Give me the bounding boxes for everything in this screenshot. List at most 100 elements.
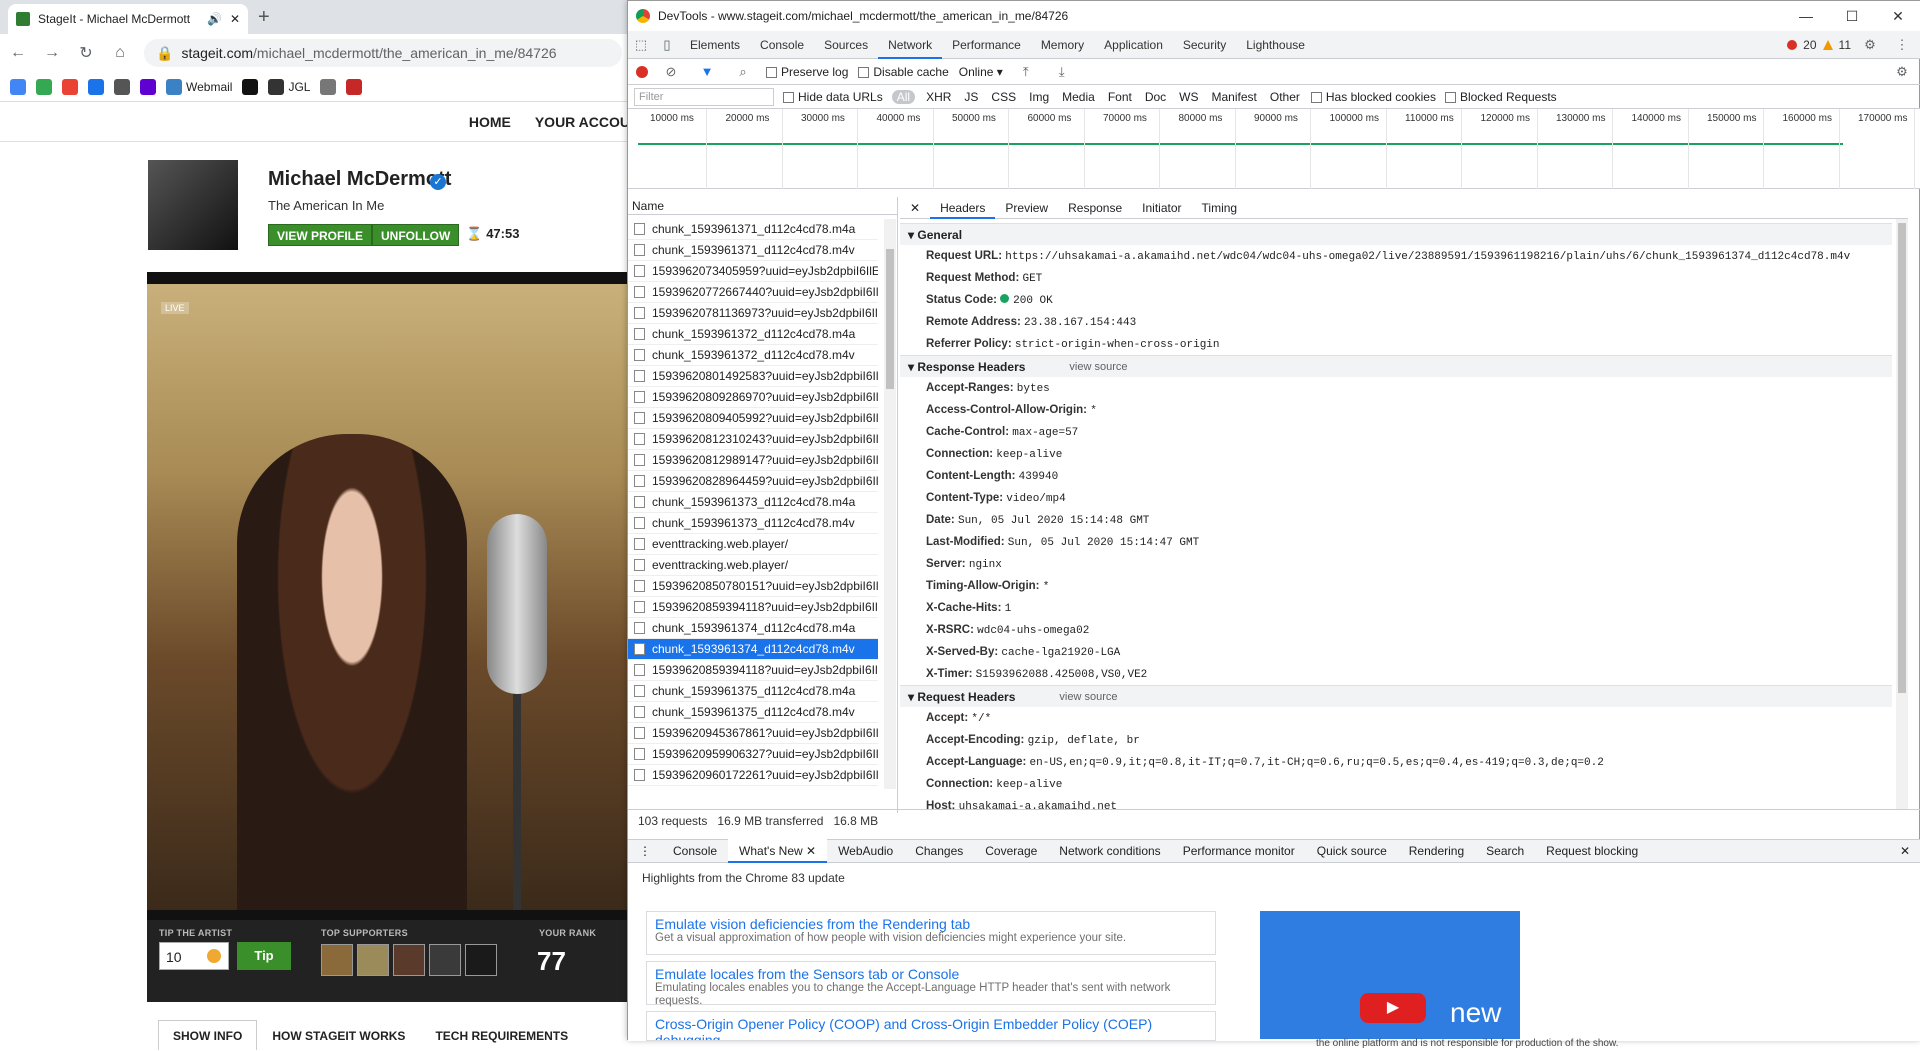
request-row[interactable]: 1593962085939411​8?uuid=eyJsb2dpbiI6IlE [628,660,878,681]
tab-performance[interactable]: Performance [942,31,1031,59]
export-har-icon[interactable]: ⤓ [1049,64,1075,80]
bookmark-item[interactable]: JGL [268,78,310,95]
tab-show-info[interactable]: SHOW INFO [158,1020,258,1050]
artist-name[interactable]: Michael McDermott [268,168,451,191]
drawer-menu-icon[interactable]: ⋮ [628,839,662,863]
artist-avatar[interactable] [148,160,238,250]
type-filter-other[interactable]: Other [1268,90,1302,104]
drawer-tab-request-blocking[interactable]: Request blocking [1535,839,1649,863]
request-row[interactable]: 1593962081298914​7?uuid=eyJsb2dpbiI6IlE [628,450,878,471]
inspect-element-icon[interactable]: ⬚ [628,37,654,53]
unfollow-button[interactable]: UNFOLLOW [372,224,460,246]
tab-memory[interactable]: Memory [1031,31,1094,59]
request-row[interactable]: chunk_1593961373_d112c4cd78.m4a [628,492,878,513]
card-title[interactable]: Emulate locales from the Sensors tab or … [655,966,1207,982]
close-tab-icon[interactable]: ✕ [803,844,816,858]
view-source-link[interactable]: view source [1059,686,1117,707]
response-headers-section[interactable]: ▾ Response Headers view source [900,355,1892,377]
maximize-icon[interactable]: ☐ [1829,1,1875,31]
request-row[interactable]: chunk_1593961371_d112c4cd78.m4v [628,240,878,261]
request-row[interactable]: 1593962085078015​1?uuid=eyJsb2dpbiI6IlE [628,576,878,597]
type-filter-doc[interactable]: Doc [1143,90,1168,104]
request-row[interactable]: chunk_1593961376_d112c4cd78.m4a [628,786,878,790]
bookmark-item[interactable] [114,78,130,95]
issue-counts[interactable]: 20 11 ⚙ ⋮ [1787,37,1920,53]
request-row[interactable]: chunk_1593961373_d112c4cd78.m4v [628,513,878,534]
request-row[interactable]: chunk_1593961371_d112c4cd78.m4a [628,219,878,240]
view-source-link[interactable]: view source [1069,356,1127,377]
request-row[interactable]: chunk_1593961375_d112c4cd78.m4a [628,681,878,702]
drawer-tab-network-conditions[interactable]: Network conditions [1048,839,1171,863]
type-filter-media[interactable]: Media [1060,90,1097,104]
type-filter-css[interactable]: CSS [989,90,1018,104]
request-row[interactable]: 1593962080940599​2?uuid=eyJsb2dpbiI6IlE [628,408,878,429]
bookmark-item[interactable] [242,78,259,95]
bookmark-item[interactable] [88,78,104,95]
detail-scrollbar[interactable] [1896,219,1908,809]
request-row[interactable]: 1593962077266744​0?uuid=eyJsb2dpbiI6IlE [628,282,878,303]
nav-home[interactable]: HOME [469,114,511,130]
drawer-tab-search[interactable]: Search [1475,839,1535,863]
bookmark-item[interactable] [62,78,78,95]
card-title[interactable]: Cross-Origin Opener Policy (COOP) and Cr… [655,1016,1207,1040]
preserve-log-checkbox[interactable]: Preserve log [766,65,848,79]
close-detail-icon[interactable]: ✕ [900,197,930,219]
request-row[interactable]: eventtracking.web.player/ [628,555,878,576]
request-row[interactable]: 1593962080149258​3?uuid=eyJsb2dpbiI6IlE [628,366,878,387]
drawer-tab-rendering[interactable]: Rendering [1398,839,1475,863]
has-blocked-cookies-checkbox[interactable]: Has blocked cookies [1310,90,1436,104]
forward-icon[interactable]: → [42,44,62,62]
tab-console[interactable]: Console [750,31,814,59]
detail-tab-headers[interactable]: Headers [930,197,996,219]
network-settings-gear-icon[interactable]: ⚙ [1889,64,1915,80]
drawer-tab-changes[interactable]: Changes [904,839,974,863]
settings-gear-icon[interactable]: ⚙ [1857,37,1883,53]
drawer-tab-console[interactable]: Console [662,839,728,863]
bookmark-item[interactable] [140,78,156,95]
card-title[interactable]: Emulate vision deficiencies from the Ren… [655,916,1207,932]
type-filter-js[interactable]: JS [962,90,980,104]
drawer-tab-webaudio[interactable]: WebAudio [827,839,904,863]
hide-data-urls-checkbox[interactable]: Hide data URLs [783,90,883,104]
network-overview-timeline[interactable]: 10000 ms 20000 ms 30000 ms 40000 ms 50000 ms… [628,109,1920,189]
drawer-tab-quick-source[interactable]: Quick source [1306,839,1398,863]
tab-elements[interactable]: Elements [680,31,750,59]
video-player[interactable]: LIVE [147,272,630,922]
bookmark-item[interactable]: Webmail [166,78,232,95]
minimize-icon[interactable]: — [1783,1,1829,31]
reload-icon[interactable]: ↻ [76,43,96,63]
back-icon[interactable]: ← [8,44,28,62]
whats-new-card[interactable]: Emulate vision deficiencies from the Ren… [646,911,1216,955]
whats-new-card[interactable]: Emulate locales from the Sensors tab or … [646,961,1216,1007]
type-filter-font[interactable]: Font [1106,90,1134,104]
tab-security[interactable]: Security [1173,31,1236,59]
request-row[interactable]: chunk_1593961375_d112c4cd78.m4v [628,702,878,723]
detail-tab-initiator[interactable]: Initiator [1132,197,1191,219]
drawer-tab-coverage[interactable]: Coverage [974,839,1048,863]
request-row[interactable]: chunk_1593961372_d112c4cd78.m4v [628,345,878,366]
new-tab-button[interactable]: + [258,6,270,29]
close-window-icon[interactable]: ✕ [1875,1,1920,31]
import-har-icon[interactable]: ⤒ [1013,64,1039,80]
supporter-avatar[interactable] [393,944,425,976]
search-icon[interactable]: ⌕ [730,64,756,80]
request-row[interactable]: eventtracking.web.player/ [628,534,878,555]
filter-input[interactable]: Filter [634,87,774,106]
whats-new-card[interactable]: Cross-Origin Opener Policy (COOP) and Cr… [646,1011,1216,1041]
filter-icon[interactable]: ▼ [694,64,720,79]
tab-network[interactable]: Network [878,31,943,59]
tab-how-stageit-works[interactable]: HOW STAGEIT WORKS [257,1020,420,1050]
request-row[interactable]: chunk_1593961374_d112c4cd78.m4a [628,618,878,639]
supporter-avatar[interactable] [429,944,461,976]
request-row[interactable]: chunk_1593961374_d112c4cd78.m4v [628,639,878,660]
clear-icon[interactable]: ⊘ [658,64,684,80]
request-row[interactable]: 1593962073405959?uuid=eyJsb2dpbiI6IlE [628,261,878,282]
record-icon[interactable] [636,65,648,78]
general-section[interactable]: ▾ General [900,223,1892,245]
speaker-icon[interactable]: 🔊 [207,12,222,26]
supporter-avatar[interactable] [465,944,497,976]
bookmark-item[interactable] [320,78,337,95]
request-row[interactable]: 1593962095990632​7?uuid=eyJsb2dpbiI6IlE [628,744,878,765]
detail-tab-timing[interactable]: Timing [1192,197,1248,219]
type-filter-ws[interactable]: WS [1177,90,1200,104]
